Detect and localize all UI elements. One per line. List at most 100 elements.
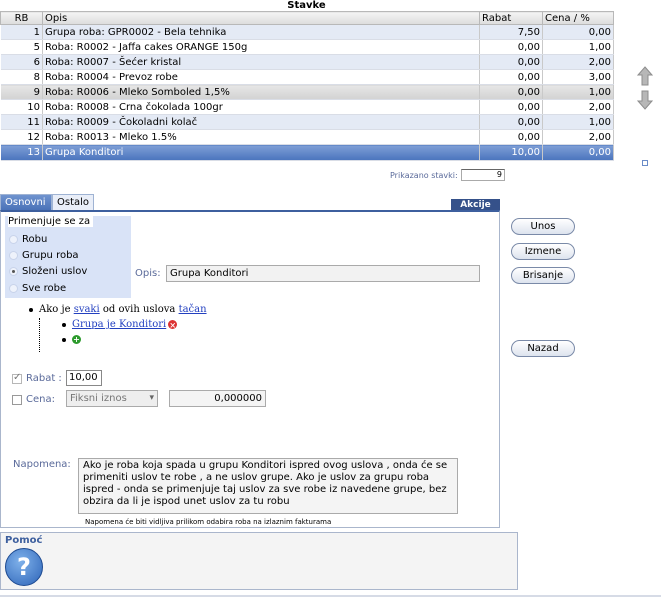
cell-rabat: 0,00 [479, 99, 543, 115]
remove-condition-icon[interactable]: × [168, 320, 178, 329]
cell-cena: 2,00 [542, 54, 614, 70]
rabat-label: Rabat : [26, 373, 62, 384]
radio-label: Robu [22, 233, 48, 245]
nazad-button[interactable]: Nazad [511, 340, 575, 357]
cell-rb: 13 [0, 144, 43, 161]
table-row[interactable]: 11 Roba: R0009 - Čokoladni kolač 0,00 1,… [0, 114, 614, 130]
cena-input[interactable]: 0,000000 [169, 390, 266, 407]
table-header: RB Opis Rabat Cena / % [0, 11, 614, 25]
table-row[interactable]: 5 Roba: R0002 - Jaffa cakes ORANGE 150g … [0, 39, 614, 55]
note-label: Napomena: [13, 459, 71, 470]
table-row[interactable]: 8 Roba: R0004 - Prevoz robe 0,00 3,00 [0, 69, 614, 85]
cell-opis: Roba: R0006 - Mleko Somboled 1,5% [42, 84, 480, 100]
cell-cena: 2,00 [542, 129, 614, 145]
radio-checked-icon[interactable] [9, 266, 18, 276]
brisanje-button[interactable]: Brisanje [511, 267, 575, 284]
move-down-icon[interactable] [637, 90, 653, 110]
help-icon[interactable]: ? [5, 548, 43, 586]
cell-cena: 0,00 [542, 24, 614, 40]
truth-link[interactable]: tačan [179, 304, 207, 315]
cell-rabat: 0,00 [479, 84, 543, 100]
cell-cena: 1,00 [542, 114, 614, 130]
cell-rabat: 0,00 [479, 54, 543, 70]
cell-opis: Roba: R0009 - Čokoladni kolač [42, 114, 480, 130]
cell-opis: Roba: R0004 - Prevoz robe [42, 69, 480, 85]
column-header-rb[interactable]: RB [0, 11, 43, 25]
cell-rabat: 0,00 [479, 39, 543, 55]
tab-bar: Osnovni Ostalo [0, 194, 500, 210]
table-row[interactable]: 9 Roba: R0006 - Mleko Somboled 1,5% 0,00… [0, 84, 614, 100]
izmene-button[interactable]: Izmene [511, 243, 575, 260]
condition-item-link[interactable]: Grupa je Konditori [72, 319, 166, 330]
table-row[interactable]: 10 Roba: R0008 - Crna čokolada 100gr 0,0… [0, 99, 614, 115]
cena-checkbox[interactable] [12, 395, 22, 405]
add-condition-icon[interactable]: + [72, 335, 81, 344]
cell-rb: 12 [0, 129, 43, 145]
cena-type-select[interactable]: Fiksni iznos [66, 390, 158, 407]
radio-grupu-roba[interactable]: Grupu roba [9, 247, 79, 263]
cell-rb: 8 [0, 69, 43, 85]
unos-button[interactable]: Unos [511, 218, 575, 235]
cell-rb: 5 [0, 39, 43, 55]
cell-rb: 10 [0, 99, 43, 115]
quantifier-link[interactable]: svaki [74, 304, 100, 315]
move-up-icon[interactable] [637, 66, 653, 86]
radio-icon[interactable] [9, 250, 18, 260]
count-label: Prikazano stavki: [390, 171, 458, 180]
table-row-selected[interactable]: 13 Grupa Konditori 10,00 0,00 [0, 144, 614, 161]
cell-cena: 3,00 [542, 69, 614, 85]
cena-label: Cena: [26, 394, 55, 405]
cell-opis: Roba: R0007 - Šećer kristal [42, 54, 480, 70]
rabat-input[interactable]: 10,00 [66, 370, 102, 386]
cell-rabat: 7,50 [479, 24, 543, 40]
condition-add-row: + [62, 335, 81, 344]
condition-header: Ako je svaki od ovih uslova tačan [29, 304, 207, 315]
table-row[interactable]: 6 Roba: R0007 - Šećer kristal 0,00 2,00 [0, 54, 614, 70]
radio-icon[interactable] [9, 234, 18, 244]
condition-prefix: Ako je [39, 304, 71, 315]
cell-rabat: 0,00 [479, 114, 543, 130]
table-row[interactable]: 1 Grupa roba: GPR0002 - Bela tehnika 7,5… [0, 24, 614, 40]
count-value: 9 [461, 169, 505, 181]
opis-label: Opis: [135, 268, 161, 279]
help-title: Pomoć [5, 535, 43, 546]
bullet-icon [62, 322, 66, 327]
radio-slozeni-uslov[interactable]: Složeni uslov [9, 263, 87, 279]
column-header-cena[interactable]: Cena / % [542, 11, 614, 25]
column-header-rabat[interactable]: Rabat [479, 11, 543, 25]
items-table-title: Stavke [0, 0, 613, 11]
tree-connector [39, 318, 40, 352]
opis-input[interactable]: Grupa Konditori [166, 265, 480, 282]
cell-cena: 0,00 [542, 144, 614, 161]
cell-rabat: 0,00 [479, 129, 543, 145]
condition-item: Grupa je Konditori × [62, 319, 178, 330]
column-header-opis[interactable]: Opis [42, 11, 480, 25]
cell-rb: 6 [0, 54, 43, 70]
cell-opis: Roba: R0013 - Mleko 1.5% [42, 129, 480, 145]
tab-ostalo[interactable]: Ostalo [52, 194, 94, 210]
radio-robu[interactable]: Robu [9, 231, 47, 247]
radio-label: Grupu roba [22, 249, 79, 261]
cell-rabat: 0,00 [479, 69, 543, 85]
condition-middle: od ovih uslova [102, 304, 176, 315]
cell-opis: Grupa roba: GPR0002 - Bela tehnika [42, 24, 480, 40]
tab-osnovni[interactable]: Osnovni [0, 194, 52, 210]
radio-sve-robe[interactable]: Sve robe [9, 280, 66, 296]
table-row[interactable]: 12 Roba: R0013 - Mleko 1.5% 0,00 2,00 [0, 129, 614, 145]
items-table: RB Opis Rabat Cena / % 1 Grupa roba: GPR… [0, 11, 614, 161]
radio-icon[interactable] [9, 283, 18, 293]
cell-opis: Grupa Konditori [42, 144, 480, 161]
rabat-checkbox[interactable] [12, 372, 22, 384]
cell-opis: Roba: R0008 - Crna čokolada 100gr [42, 99, 480, 115]
cell-rb: 1 [0, 24, 43, 40]
help-panel: Pomoć ? [0, 532, 518, 590]
bullet-icon [62, 337, 66, 342]
apply-to-title: Primenjuje se za [8, 216, 94, 227]
cell-cena: 1,00 [542, 39, 614, 55]
note-textarea[interactable]: Ako je roba koja spada u grupu Konditori… [78, 458, 458, 514]
radio-label: Složeni uslov [22, 265, 88, 277]
cell-rb: 9 [0, 84, 43, 100]
cell-rabat: 10,00 [479, 144, 543, 161]
resize-handle-icon[interactable] [642, 160, 648, 166]
cell-opis: Roba: R0002 - Jaffa cakes ORANGE 150g [42, 39, 480, 55]
